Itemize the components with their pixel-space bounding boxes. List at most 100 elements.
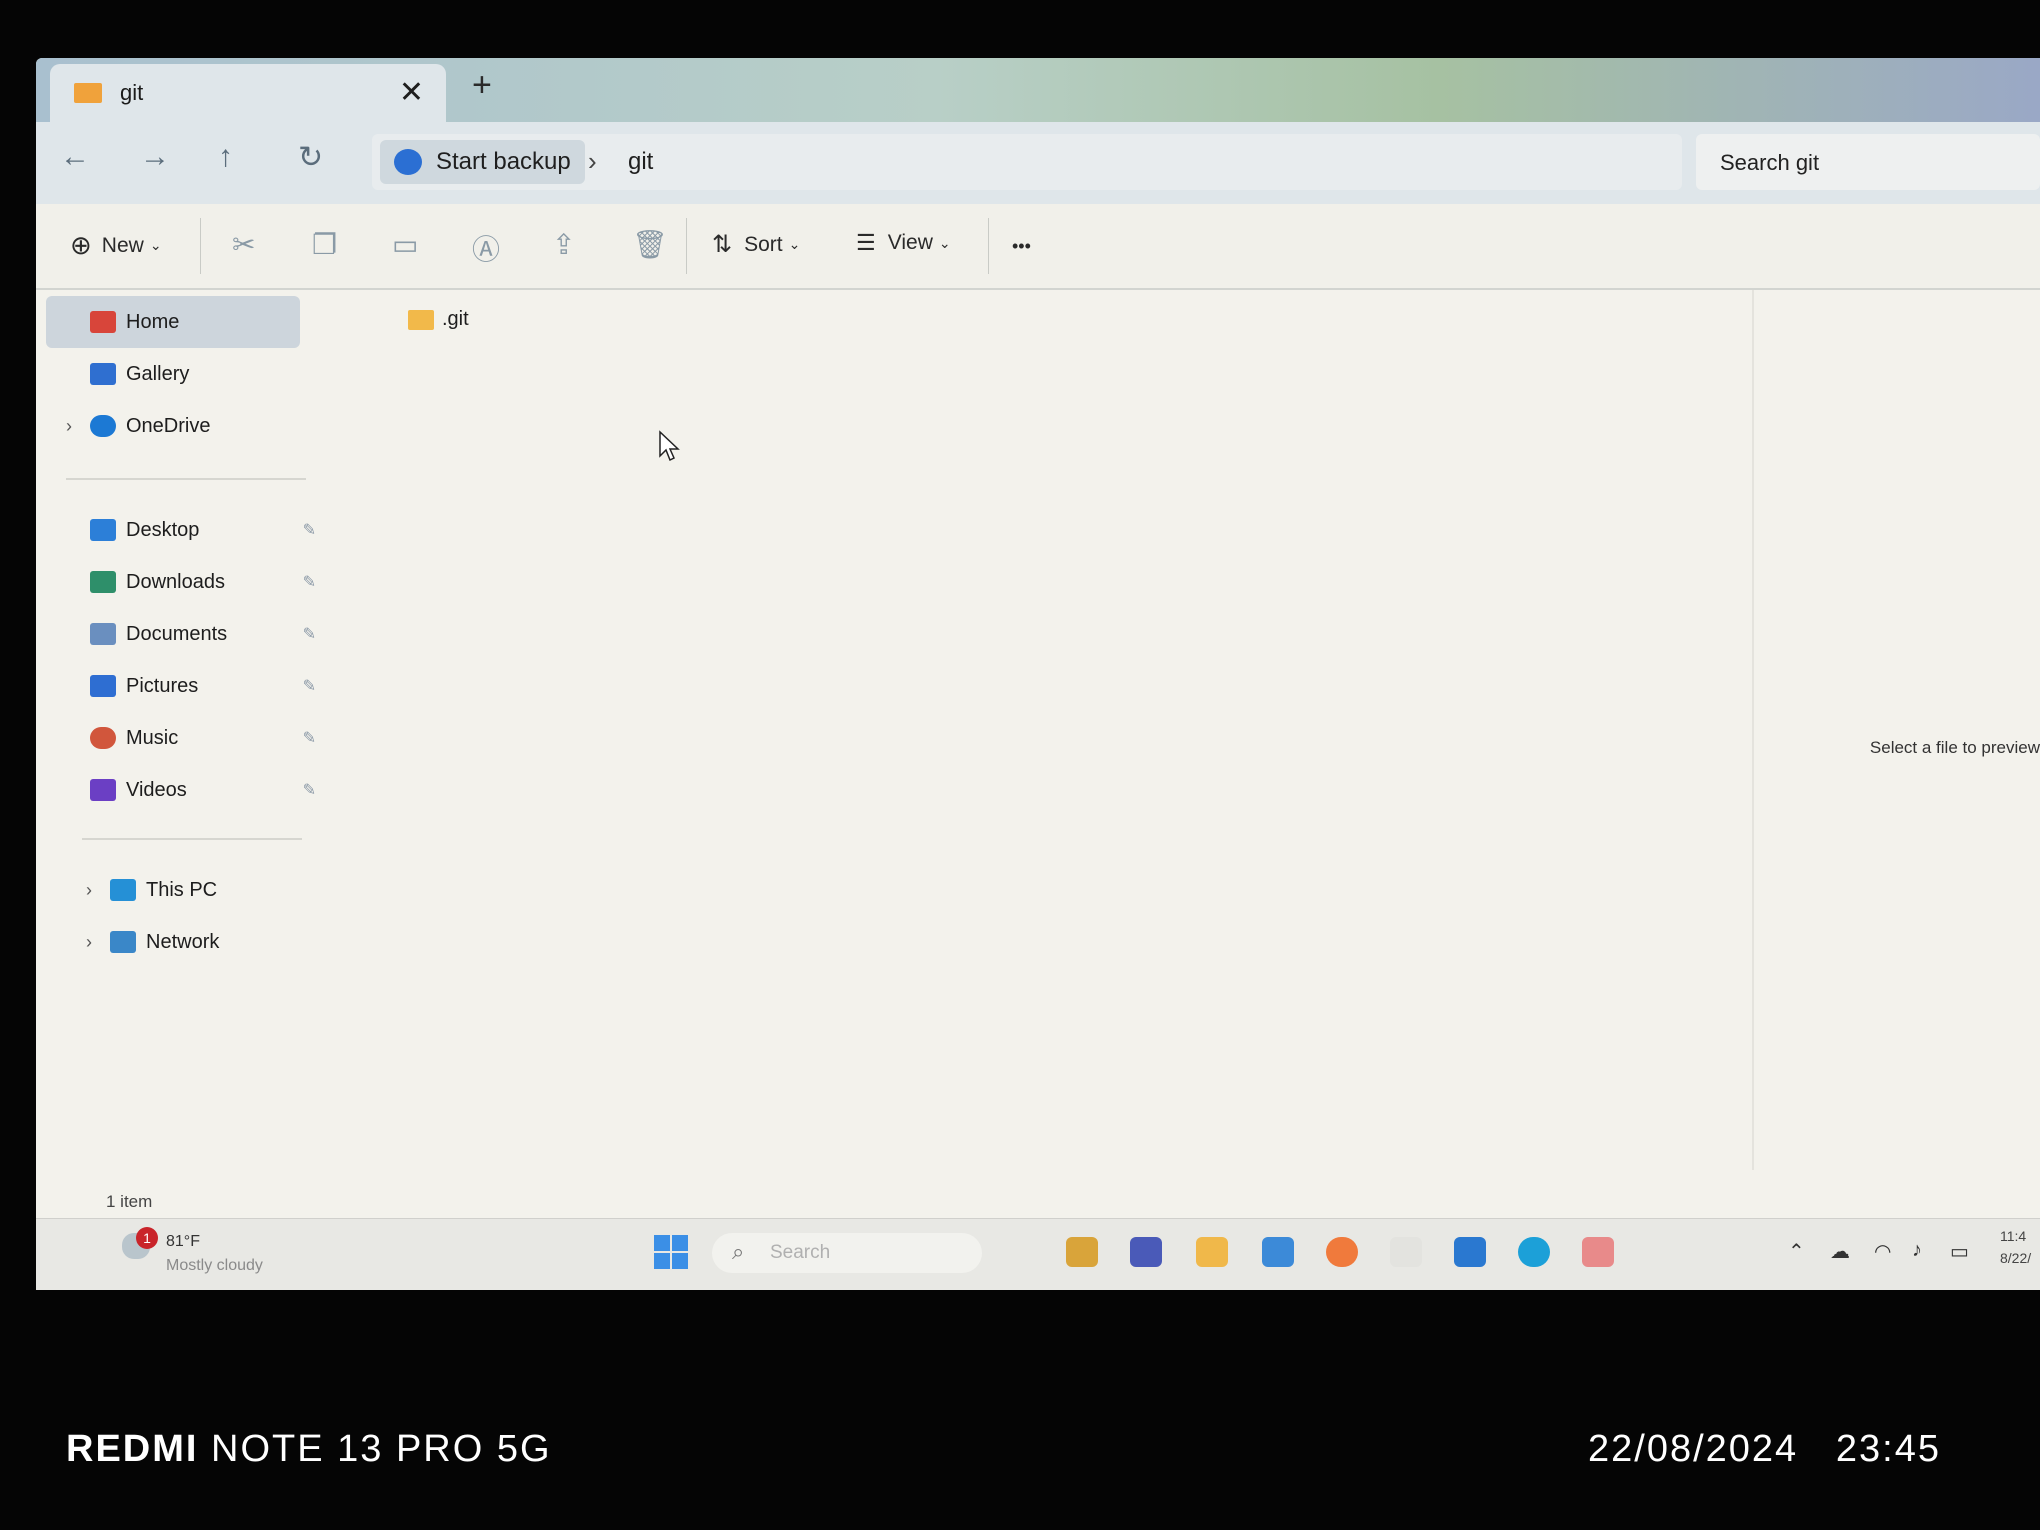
share-icon[interactable]: ⇪ [552, 228, 575, 261]
new-button[interactable]: ⊕ New ⌄ [70, 230, 162, 261]
sidebar-item-label: Pictures [126, 674, 199, 697]
sidebar-item-network[interactable]: › Network [46, 916, 316, 968]
clock[interactable]: 11:4 8/22/ [2000, 1225, 2031, 1269]
sidebar-item-label: This PC [146, 878, 218, 901]
camera-watermark-datetime: 22/08/2024 23:45 [1588, 1428, 1941, 1471]
sidebar-item-onedrive[interactable]: › OneDrive [46, 400, 316, 452]
laptop-screen: git ✕ + ← → ↑ ↻ Start backup › git Searc… [36, 58, 2040, 1290]
sidebar-item-videos[interactable]: Videos ✎ [46, 764, 316, 816]
chevron-right-icon[interactable]: › [86, 932, 92, 953]
amazon-icon[interactable] [1390, 1237, 1422, 1267]
tab-git[interactable]: git ✕ [50, 64, 446, 122]
breadcrumb-start-backup[interactable]: Start backup [380, 140, 585, 184]
search-placeholder: Search git [1720, 150, 1820, 175]
search-input[interactable]: Search git [1696, 134, 2040, 190]
chevron-down-icon: ⌄ [788, 236, 801, 252]
pin-icon[interactable]: ✎ [303, 676, 316, 696]
sidebar-item-music[interactable]: Music ✎ [46, 712, 316, 764]
close-tab-icon[interactable]: ✕ [399, 75, 424, 110]
pictures-icon [90, 675, 116, 697]
app-icon[interactable] [1582, 1237, 1614, 1267]
address-bar[interactable]: Start backup › git [372, 134, 1682, 190]
taskview-icon[interactable] [1130, 1237, 1162, 1267]
desktop-icon [90, 519, 116, 541]
refresh-icon[interactable]: ↻ [298, 140, 323, 175]
file-explorer-icon[interactable] [1196, 1237, 1228, 1267]
chevron-up-icon[interactable]: ⌃ [1788, 1239, 1805, 1264]
gallery-icon [90, 363, 116, 385]
sidebar-item-documents[interactable]: Documents ✎ [46, 608, 316, 660]
outlook-icon[interactable] [1454, 1237, 1486, 1267]
tab-title: git [120, 80, 144, 105]
rename-icon[interactable]: Ⓐ [472, 228, 500, 268]
chevron-right-icon[interactable]: › [66, 416, 72, 437]
status-bar-count: 1 item [106, 1192, 153, 1211]
forward-icon[interactable]: → [140, 140, 170, 174]
windows-logo-icon [654, 1235, 670, 1251]
notification-badge: 1 [136, 1227, 158, 1249]
sidebar-item-label: Home [126, 310, 180, 333]
sort-icon: ⇅ [712, 231, 733, 258]
file-item-git-folder[interactable]: .git [408, 308, 469, 331]
chevron-down-icon: ⌄ [149, 237, 162, 253]
copy-icon[interactable]: ❐ [312, 228, 337, 261]
breadcrumb-git[interactable]: git [628, 148, 653, 176]
windows-logo-icon [672, 1253, 688, 1269]
more-options-icon[interactable]: ••• [1012, 236, 1031, 257]
view-label: View [887, 231, 933, 254]
sidebar-item-this-pc[interactable]: › This PC [46, 864, 316, 916]
sort-button[interactable]: ⇅ Sort ⌄ [712, 230, 800, 259]
edge-icon[interactable] [1518, 1237, 1550, 1267]
battery-icon[interactable]: ▭ [1950, 1239, 1969, 1264]
documents-icon [90, 623, 116, 645]
chevron-right-icon[interactable]: › [86, 880, 92, 901]
pin-icon[interactable]: ✎ [303, 572, 316, 592]
start-button[interactable] [654, 1235, 688, 1269]
new-tab-button[interactable]: + [472, 66, 492, 105]
pin-icon[interactable]: ✎ [303, 728, 316, 748]
taskbar: 1 81°F Mostly cloudy ⌕ Search ⌃ ☁ ◠ ♪ ▭ … [36, 1218, 2040, 1290]
backup-cloud-icon [394, 149, 422, 175]
sidebar-item-desktop[interactable]: Desktop ✎ [46, 504, 316, 556]
view-button[interactable]: ☰ View ⌄ [856, 230, 951, 256]
folder-icon [408, 309, 434, 330]
clock-date: 8/22/ [2000, 1250, 2032, 1266]
camera-brand: REDMI [66, 1428, 199, 1470]
store-icon[interactable] [1262, 1237, 1294, 1267]
camera-watermark-model: REDMI NOTE 13 PRO 5G [66, 1428, 552, 1471]
videos-icon [90, 779, 116, 801]
photo-time: 23:45 [1835, 1428, 1941, 1470]
sidebar-item-downloads[interactable]: Downloads ✎ [46, 556, 316, 608]
sidebar-item-home[interactable]: Home [46, 296, 300, 348]
pin-icon[interactable]: ✎ [303, 780, 316, 800]
pin-icon[interactable]: ✎ [303, 624, 316, 644]
delete-icon[interactable]: 🗑 [632, 228, 668, 261]
pin-icon[interactable]: ✎ [303, 520, 316, 540]
cut-icon[interactable]: ✂ [232, 228, 255, 261]
title-bar: git ✕ + [36, 58, 2040, 122]
paste-icon[interactable]: ▭ [392, 228, 418, 261]
preview-pane-divider [1752, 290, 1754, 1170]
sidebar-item-label: Music [126, 726, 179, 749]
firefox-icon[interactable] [1326, 1237, 1358, 1267]
sidebar-item-label: Documents [126, 622, 228, 645]
home-icon [90, 311, 116, 333]
onedrive-offline-icon[interactable]: ☁ [1830, 1239, 1850, 1264]
command-bar: ⊕ New ⌄ ✂ ❐ ▭ Ⓐ ⇪ 🗑 ⇅ Sort ⌄ ☰ View ⌄ ••… [36, 204, 2040, 290]
up-icon[interactable]: ↑ [218, 140, 233, 174]
weather-temperature[interactable]: 81°F [166, 1233, 200, 1251]
copilot-icon[interactable] [1066, 1237, 1098, 1267]
taskbar-search[interactable]: ⌕ Search [712, 1233, 982, 1273]
weather-condition[interactable]: Mostly cloudy [166, 1257, 263, 1275]
breadcrumb-separator-icon[interactable]: › [588, 146, 597, 177]
volume-icon[interactable]: ♪ [1912, 1239, 1922, 1262]
search-icon: ⌕ [732, 1239, 745, 1264]
taskbar-search-placeholder: Search [770, 1242, 831, 1263]
sidebar-item-gallery[interactable]: Gallery [46, 348, 316, 400]
preview-hint: Select a file to preview [1869, 738, 2040, 757]
back-icon[interactable]: ← [60, 140, 90, 174]
wifi-icon[interactable]: ◠ [1874, 1239, 1891, 1264]
chevron-down-icon: ⌄ [938, 234, 951, 251]
sidebar-item-pictures[interactable]: Pictures ✎ [46, 660, 316, 712]
music-icon [90, 727, 116, 749]
